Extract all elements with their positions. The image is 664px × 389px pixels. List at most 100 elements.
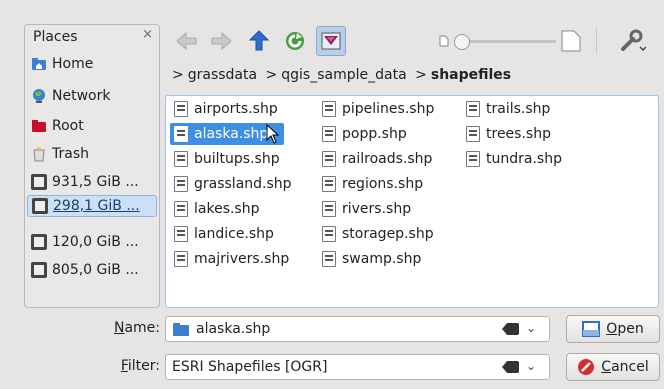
file-item[interactable]: trails.shp [466,98,550,120]
file-label: railroads.shp [342,151,433,167]
filter-label: Filter: [120,358,160,374]
breadcrumb: > grassdata > qgis_sample_data > shapefiles [168,67,511,83]
places-header: Places [33,29,78,45]
reload-button[interactable] [280,26,310,56]
file-icon [322,151,336,167]
file-label: lakes.shp [194,201,260,217]
hard-drive-icon [31,174,47,190]
file-label: trees.shp [486,126,551,142]
place-drive-931[interactable]: 931,5 GiB ... [31,171,155,193]
file-item[interactable]: railroads.shp [322,148,432,170]
cancel-label: Cancel [601,359,649,375]
breadcrumb-item-shapefiles[interactable]: shapefiles [431,67,511,83]
hard-drive-icon [31,234,47,250]
place-home[interactable]: Home [31,53,155,75]
file-item[interactable]: trees.shp [466,123,551,145]
filter-select[interactable]: ESRI Shapefiles [OGR] ⌄ [165,354,550,380]
chevron-down-icon[interactable]: ⌄ [526,321,536,335]
close-places-button[interactable]: × [142,27,153,42]
file-icon [174,176,188,192]
clear-name-icon[interactable] [502,323,519,335]
file-icon [466,151,480,167]
file-item[interactable]: regions.shp [322,173,423,195]
file-item[interactable]: swamp.shp [322,248,421,270]
options-menu-button[interactable] [618,26,648,56]
file-item[interactable]: airports.shp [174,98,278,120]
place-network[interactable]: Network [31,85,155,107]
cancel-icon [578,359,595,375]
zoom-slider[interactable] [454,34,556,50]
place-root[interactable]: Root [31,115,155,137]
file-item[interactable]: majrivers.shp [174,248,289,270]
file-icon [322,226,336,242]
file-icon [174,226,188,242]
file-label: popp.shp [342,126,407,142]
file-icon [322,126,336,142]
file-item[interactable]: builtups.shp [174,148,280,170]
place-drive-298[interactable]: 298,1 GiB ... [27,195,157,217]
file-item[interactable]: landice.shp [174,223,274,245]
zoom-in-large-icon [558,26,584,56]
place-label: 298,1 GiB ... [53,198,140,214]
up-button[interactable] [244,26,274,56]
breadcrumb-separator: > [265,67,278,83]
preview-toggle-button[interactable] [316,26,346,56]
place-drive-120[interactable]: 120,0 GiB ... [31,231,155,253]
file-label: airports.shp [194,101,278,117]
toolbar-divider [596,28,597,54]
place-trash[interactable]: Trash [31,143,155,165]
file-item[interactable]: storagep.shp [322,223,434,245]
place-label: 120,0 GiB ... [52,234,139,250]
file-icon [466,126,480,142]
open-file-icon [582,321,601,337]
file-icon [174,251,188,267]
places-panel: Places × Home Network Root Trash 931,5 G… [24,24,160,308]
hard-drive-icon [32,198,48,214]
file-item[interactable]: lakes.shp [174,198,260,220]
place-label: Root [52,118,84,134]
trash-icon [31,146,47,162]
file-item[interactable]: grassland.shp [174,173,292,195]
network-globe-icon [31,88,47,104]
file-icon [174,126,188,142]
file-item[interactable]: popp.shp [322,123,407,145]
file-item[interactable]: tundra.shp [466,148,562,170]
chevron-down-icon[interactable]: ⌄ [526,359,536,373]
zoom-slider-handle[interactable] [454,34,470,50]
file-label: alaska.shp [194,126,269,142]
arrow-up-icon [249,30,269,51]
file-icon [174,201,188,217]
breadcrumb-item-grassdata[interactable]: grassdata [188,67,257,83]
file-list-view[interactable]: airports.shp alaska.shp builtups.shp gra… [165,95,659,308]
file-item[interactable]: pipelines.shp [322,98,434,120]
cancel-button[interactable]: Cancel [566,353,660,381]
back-button[interactable] [172,26,202,56]
file-icon [174,151,188,167]
home-folder-icon [31,56,47,72]
place-label: 931,5 GiB ... [52,174,139,190]
file-label: rivers.shp [342,201,412,217]
breadcrumb-separator: > [415,67,427,83]
file-item-selected[interactable]: alaska.shp [170,123,285,145]
wrench-icon [621,29,646,52]
file-icon [174,101,188,117]
file-icon [322,201,336,217]
clear-filter-icon[interactable] [502,361,519,373]
file-label: grassland.shp [194,176,292,192]
toolbar [172,26,652,62]
breadcrumb-item-qgis-sample-data[interactable]: qgis_sample_data [281,67,406,83]
place-drive-805[interactable]: 805,0 GiB ... [31,259,155,281]
open-button[interactable]: Open [566,315,660,343]
place-label: Trash [52,146,89,162]
breadcrumb-separator: > [172,67,184,83]
arrow-left-icon [176,31,197,51]
open-label: Open [606,321,644,337]
name-field[interactable]: alaska.shp ⌄ [165,316,550,342]
name-label: Name: [113,320,160,336]
forward-button[interactable] [206,26,236,56]
file-label: landice.shp [194,226,274,242]
file-item[interactable]: rivers.shp [322,198,411,220]
file-label: storagep.shp [342,226,434,242]
file-icon [322,176,336,192]
zoom-out-small-icon [436,26,452,56]
